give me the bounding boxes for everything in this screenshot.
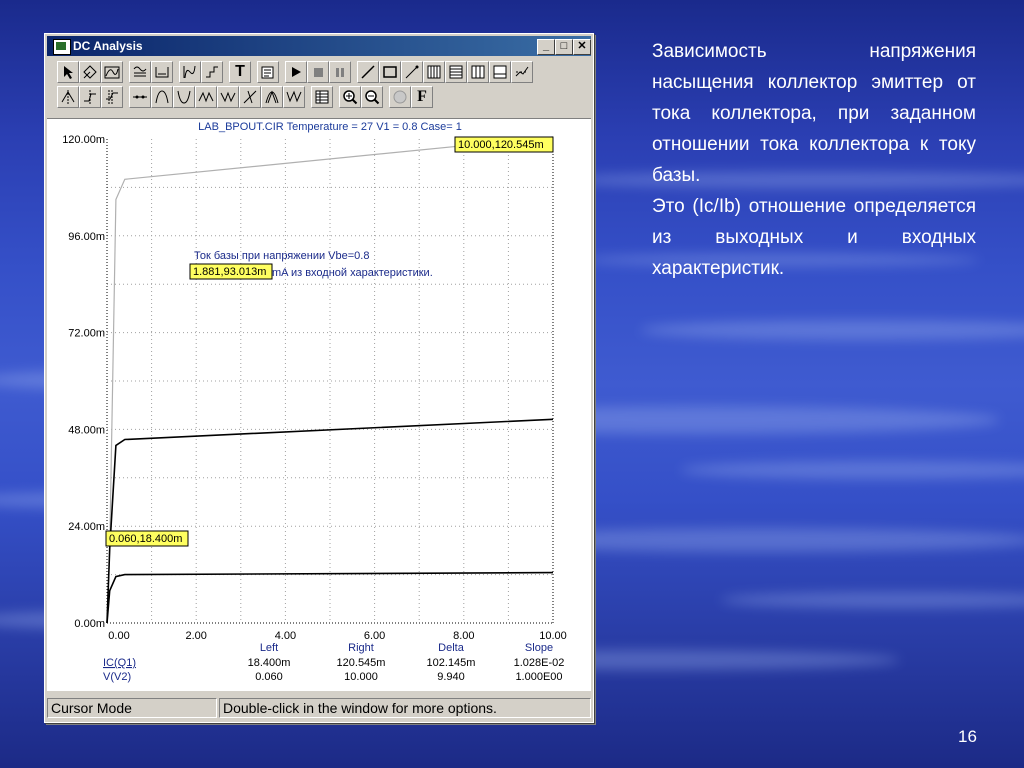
x-tick-label: 10.00 bbox=[539, 630, 567, 642]
high-icon[interactable] bbox=[101, 86, 123, 108]
table-cell: 18.400m bbox=[248, 657, 291, 669]
table-cell: 1.000E00 bbox=[515, 671, 562, 683]
graph-icon[interactable] bbox=[151, 61, 173, 83]
minor-grid-icon[interactable] bbox=[445, 61, 467, 83]
window-title: DC Analysis bbox=[73, 39, 143, 53]
table-header: Delta bbox=[438, 642, 465, 654]
y-tick-label: 72.00m bbox=[68, 328, 105, 340]
app-icon[interactable] bbox=[53, 39, 71, 55]
slope-icon[interactable] bbox=[195, 86, 217, 108]
tabulate-icon[interactable] bbox=[283, 86, 305, 108]
zoom-out-icon[interactable] bbox=[361, 86, 383, 108]
peak-icon[interactable] bbox=[57, 86, 79, 108]
x-tick-label: 8.00 bbox=[453, 630, 474, 642]
page-number: 16 bbox=[958, 727, 977, 746]
table-header: Right bbox=[348, 642, 374, 654]
play-icon[interactable] bbox=[285, 61, 307, 83]
annotation-line-1: Ток базы при напряжении Vbe=0.8 bbox=[194, 250, 369, 262]
legend-icon[interactable] bbox=[489, 61, 511, 83]
peak-search-icon[interactable] bbox=[151, 86, 173, 108]
y-tick-label: 0.00m bbox=[74, 618, 105, 630]
properties-icon[interactable] bbox=[257, 61, 279, 83]
step-icon[interactable] bbox=[201, 61, 223, 83]
plot-area[interactable]: LAB_BPOUT.CIR Temperature = 27 V1 = 0.8 … bbox=[47, 118, 591, 691]
cursor-mode-icon[interactable] bbox=[129, 86, 151, 108]
valley-search-icon[interactable] bbox=[173, 86, 195, 108]
font-button[interactable]: F bbox=[411, 86, 433, 108]
table-row-name: IC(Q1) bbox=[103, 657, 136, 669]
slide-text: Зависимость напряжения насыщения коллект… bbox=[652, 36, 976, 284]
dc-analysis-window: DC Analysis _ □ ✕ T F LAB_BPOUT.CIR Temp… bbox=[44, 33, 594, 723]
tag-left: 0.060,18.400m bbox=[109, 533, 182, 545]
dc-chart[interactable]: LAB_BPOUT.CIR Temperature = 27 V1 = 0.8 … bbox=[47, 119, 591, 691]
y-tick-label: 96.00m bbox=[68, 231, 105, 243]
table-row-name: V(V2) bbox=[103, 671, 131, 683]
series-line-2 bbox=[106, 418, 554, 624]
scale-icon[interactable] bbox=[129, 61, 151, 83]
title-bar[interactable]: DC Analysis _ □ ✕ bbox=[47, 36, 591, 56]
x-tick-label: 4.00 bbox=[275, 630, 296, 642]
toggle-grid-icon[interactable] bbox=[467, 61, 489, 83]
zoom-in-icon[interactable] bbox=[339, 86, 361, 108]
grid-icon[interactable] bbox=[423, 61, 445, 83]
diagonal-icon[interactable] bbox=[401, 61, 423, 83]
pause-icon[interactable] bbox=[329, 61, 351, 83]
tag-annotation: 1.881,93.013m bbox=[193, 266, 266, 278]
y-tick-label: 48.00m bbox=[68, 424, 105, 436]
pointer-icon[interactable] bbox=[57, 61, 79, 83]
minimize-button[interactable]: _ bbox=[537, 39, 555, 55]
x-tick-label: 6.00 bbox=[364, 630, 385, 642]
table-cell: 120.545m bbox=[337, 657, 386, 669]
rectangle-icon[interactable] bbox=[379, 61, 401, 83]
y-tick-label: 120.00m bbox=[62, 134, 105, 146]
annotation-line-2: mA из входной характеристики. bbox=[272, 267, 433, 279]
table-cell: 102.145m bbox=[427, 657, 476, 669]
max-icon[interactable] bbox=[239, 86, 261, 108]
status-bar: Cursor Mode Double-click in the window f… bbox=[47, 698, 591, 718]
description-paragraph-2: Это (Ic/Ib) отношение определяется из вы… bbox=[652, 196, 976, 279]
inflection-icon[interactable] bbox=[217, 86, 239, 108]
valley-icon[interactable] bbox=[79, 86, 101, 108]
tag-right: 10.000,120.545m bbox=[458, 139, 544, 151]
x-tick-label: 2.00 bbox=[185, 630, 206, 642]
table-header: Slope bbox=[525, 642, 553, 654]
table-icon[interactable] bbox=[311, 86, 333, 108]
maximize-button[interactable]: □ bbox=[555, 39, 573, 55]
trace-icon[interactable] bbox=[511, 61, 533, 83]
status-hint: Double-click in the window for more opti… bbox=[219, 698, 591, 718]
close-button[interactable]: ✕ bbox=[573, 39, 591, 55]
stop-icon[interactable] bbox=[307, 61, 329, 83]
chart-header: LAB_BPOUT.CIR Temperature = 27 V1 = 0.8 … bbox=[198, 121, 462, 133]
table-cell: 10.000 bbox=[344, 671, 378, 683]
x-tick-label: 0.00 bbox=[108, 630, 129, 642]
y-tick-label: 24.00m bbox=[68, 521, 105, 533]
table-header: Left bbox=[260, 642, 278, 654]
line-icon[interactable] bbox=[357, 61, 379, 83]
table-cell: 1.028E-02 bbox=[514, 657, 565, 669]
cursor-grid-icon[interactable] bbox=[79, 61, 101, 83]
min-icon[interactable] bbox=[261, 86, 283, 108]
status-mode: Cursor Mode bbox=[47, 698, 217, 718]
wave-icon[interactable] bbox=[101, 61, 123, 83]
info-icon[interactable] bbox=[389, 86, 411, 108]
text-tool[interactable]: T bbox=[229, 61, 251, 83]
description-paragraph-1: Зависимость напряжения насыщения коллект… bbox=[652, 41, 976, 186]
axis-icon[interactable] bbox=[179, 61, 201, 83]
table-cell: 9.940 bbox=[437, 671, 465, 683]
table-cell: 0.060 bbox=[255, 671, 283, 683]
